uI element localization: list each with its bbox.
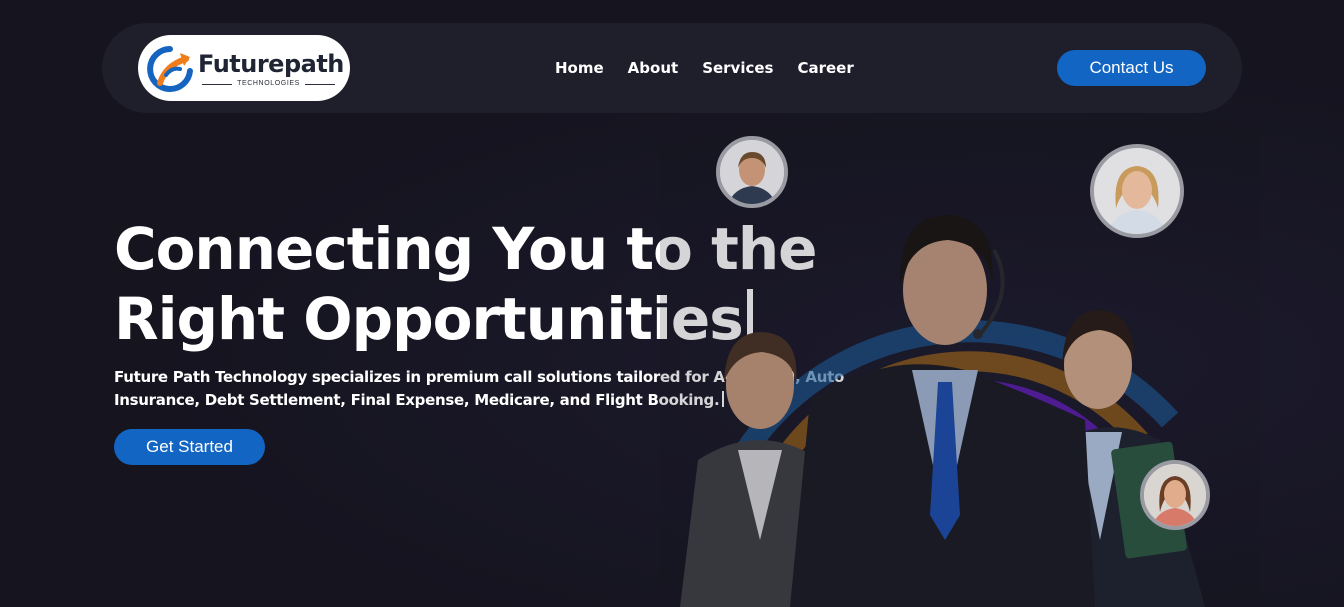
- get-started-button[interactable]: Get Started: [114, 429, 265, 465]
- nav-about[interactable]: About: [628, 57, 679, 79]
- swoosh-arrow-icon: [147, 46, 193, 92]
- logo-tagline: TECHNOLOGIES: [202, 80, 335, 87]
- hero-illustration: [660, 120, 1260, 607]
- avatar-woman-smiling: [1140, 460, 1210, 530]
- nav-home[interactable]: Home: [555, 57, 604, 79]
- nav-services[interactable]: Services: [702, 57, 773, 79]
- avatar-woman-blonde: [1090, 144, 1184, 238]
- nav-career[interactable]: Career: [797, 57, 853, 79]
- navbar: Futurepath TECHNOLOGIES Home About Servi…: [102, 23, 1242, 113]
- page: Futurepath TECHNOLOGIES Home About Servi…: [0, 0, 1344, 607]
- hero-title-line2: Right Opportunities: [114, 285, 744, 353]
- logo-name: Futurepath: [198, 50, 344, 78]
- nav-menu: Home About Services Career: [555, 57, 878, 79]
- contact-us-button[interactable]: Contact Us: [1057, 50, 1206, 86]
- logo[interactable]: Futurepath TECHNOLOGIES: [138, 35, 350, 101]
- avatar-man-glasses: [716, 136, 788, 208]
